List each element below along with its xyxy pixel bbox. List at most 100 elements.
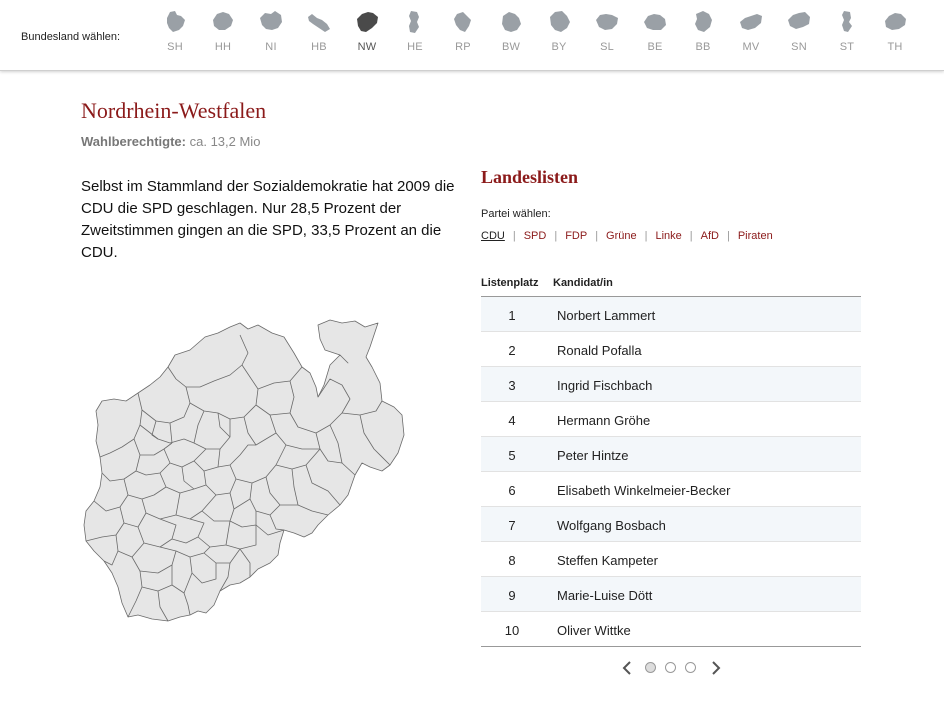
state-map-icon: [167, 11, 185, 32]
party-separator: |: [512, 230, 516, 242]
list-place: 5: [508, 448, 516, 463]
party-tab-linke[interactable]: Linke: [655, 230, 681, 242]
state-map-icon: [695, 11, 712, 32]
state-he[interactable]: HE: [392, 6, 438, 58]
table-row: 5 Peter Hintze: [481, 437, 861, 472]
table-row: 1 Norbert Lammert: [481, 297, 861, 332]
party-separator: |: [595, 230, 599, 242]
party-separator: |: [644, 230, 648, 242]
party-separator: |: [726, 230, 730, 242]
state-map-icon: [596, 14, 618, 30]
intro-text: Selbst im Stammland der Sozialdemokratie…: [81, 178, 455, 261]
state-map-icon: [308, 14, 330, 32]
candidate-name: Oliver Wittke: [557, 623, 631, 638]
party-select-label: Partei wählen:: [481, 208, 551, 220]
landeslisten-title: Landeslisten: [481, 167, 579, 187]
candidate-name: Hermann Gröhe: [557, 413, 651, 428]
state-nw[interactable]: NW: [344, 6, 390, 58]
state-map-icon: [409, 11, 419, 33]
table-body: 1 Norbert Lammert 2 Ronald Pofalla 3 Ingrid F…: [481, 297, 861, 647]
page-title: Nordrhein-Westfalen: [81, 98, 267, 123]
state-abbr: TH: [887, 41, 903, 53]
table-row: 7 Wolfgang Bosbach: [481, 507, 861, 542]
state-bw[interactable]: BW: [488, 6, 534, 58]
state-abbr: NI: [265, 41, 277, 53]
party-tab-grne[interactable]: Grüne: [606, 230, 637, 242]
party-tab-spd[interactable]: SPD: [524, 230, 547, 242]
state-mv[interactable]: MV: [728, 6, 774, 58]
table-row: 6 Elisabeth Winkelmeier-Becker: [481, 472, 861, 507]
state-map-icon: [357, 12, 378, 32]
state-abbr: SH: [167, 41, 183, 53]
party-separator: |: [554, 230, 558, 242]
state-map-icon: [502, 12, 521, 32]
state-map-icon: [213, 12, 233, 30]
state-sn[interactable]: SN: [776, 6, 822, 58]
state-hh[interactable]: HH: [200, 6, 246, 58]
list-place: 3: [508, 378, 516, 393]
table-row: 10 Oliver Wittke: [481, 612, 861, 647]
state-abbr: HH: [214, 41, 232, 53]
state-be[interactable]: BE: [632, 6, 678, 58]
table-row: 8 Steffen Kampeter: [481, 542, 861, 577]
list-place: 6: [508, 483, 516, 498]
state-bb[interactable]: BB: [680, 6, 726, 58]
candidate-name: Norbert Lammert: [557, 308, 656, 323]
candidate-name: Marie-Luise Dött: [557, 588, 653, 603]
page-dot-2[interactable]: [665, 662, 676, 673]
state-abbr: NW: [357, 41, 377, 53]
state-ni[interactable]: NI: [248, 6, 294, 58]
state-th[interactable]: TH: [872, 6, 918, 58]
list-place: 9: [508, 588, 516, 603]
party-tab-afd[interactable]: AfD: [701, 230, 719, 242]
state-sl[interactable]: SL: [584, 6, 630, 58]
party-tab-piraten[interactable]: Piraten: [738, 230, 773, 242]
candidate-name: Steffen Kampeter: [557, 553, 658, 568]
state-map-icon: [885, 13, 906, 30]
list-place: 10: [504, 623, 520, 638]
table-row: 3 Ingrid Fischbach: [481, 367, 861, 402]
state-map-icon: [788, 12, 810, 29]
prev-page-button[interactable]: [621, 660, 635, 676]
table-row: 2 Ronald Pofalla: [481, 332, 861, 367]
state-abbr: BE: [647, 41, 663, 53]
chevron-left-icon: [622, 661, 631, 675]
next-page-button[interactable]: [708, 660, 722, 676]
list-place: 4: [508, 413, 516, 428]
table-row: 9 Marie-Luise Dött: [481, 577, 861, 612]
state-st[interactable]: ST: [824, 6, 870, 58]
state-map-icon: [842, 11, 852, 32]
state-abbr: SN: [791, 41, 807, 53]
candidate-name: Elisabeth Winkelmeier-Becker: [557, 483, 731, 498]
list-place: 8: [508, 553, 516, 568]
state-map-icon: [644, 14, 666, 30]
map-outline: [83, 319, 405, 622]
state-map-icon: [260, 11, 282, 30]
state-abbr: BB: [695, 41, 711, 53]
page-dot-3[interactable]: [685, 662, 696, 673]
column-header-listenplatz: Listenplatz: [481, 277, 539, 289]
list-place: 7: [508, 518, 516, 533]
state-abbr: SL: [600, 41, 614, 53]
table-row: 4 Hermann Gröhe: [481, 402, 861, 437]
state-rp[interactable]: RP: [440, 6, 486, 58]
party-tab-fdp[interactable]: FDP: [565, 230, 587, 242]
voters-label: Wahlberechtigte:: [81, 134, 186, 149]
state-map-icon: [454, 12, 471, 32]
list-place: 2: [508, 343, 516, 358]
state-abbr: BW: [501, 41, 521, 53]
party-tab-cdu[interactable]: CDU: [481, 230, 505, 242]
state-abbr: BY: [551, 41, 567, 53]
chevron-right-icon: [712, 661, 721, 675]
state-by[interactable]: BY: [536, 6, 582, 58]
state-hb[interactable]: HB: [296, 6, 342, 58]
page-dot-1[interactable]: [645, 662, 656, 673]
state-abbr: HB: [311, 41, 327, 53]
candidate-name: Ronald Pofalla: [557, 343, 642, 358]
party-separator: |: [689, 230, 693, 242]
voters-value: ca. 13,2 Mio: [189, 134, 261, 149]
map-districts: [83, 319, 405, 622]
candidate-table: Listenplatz Kandidat/in 1 Norbert Lammert…: [481, 274, 861, 647]
pagination: [619, 658, 729, 678]
state-sh[interactable]: SH: [152, 6, 198, 58]
